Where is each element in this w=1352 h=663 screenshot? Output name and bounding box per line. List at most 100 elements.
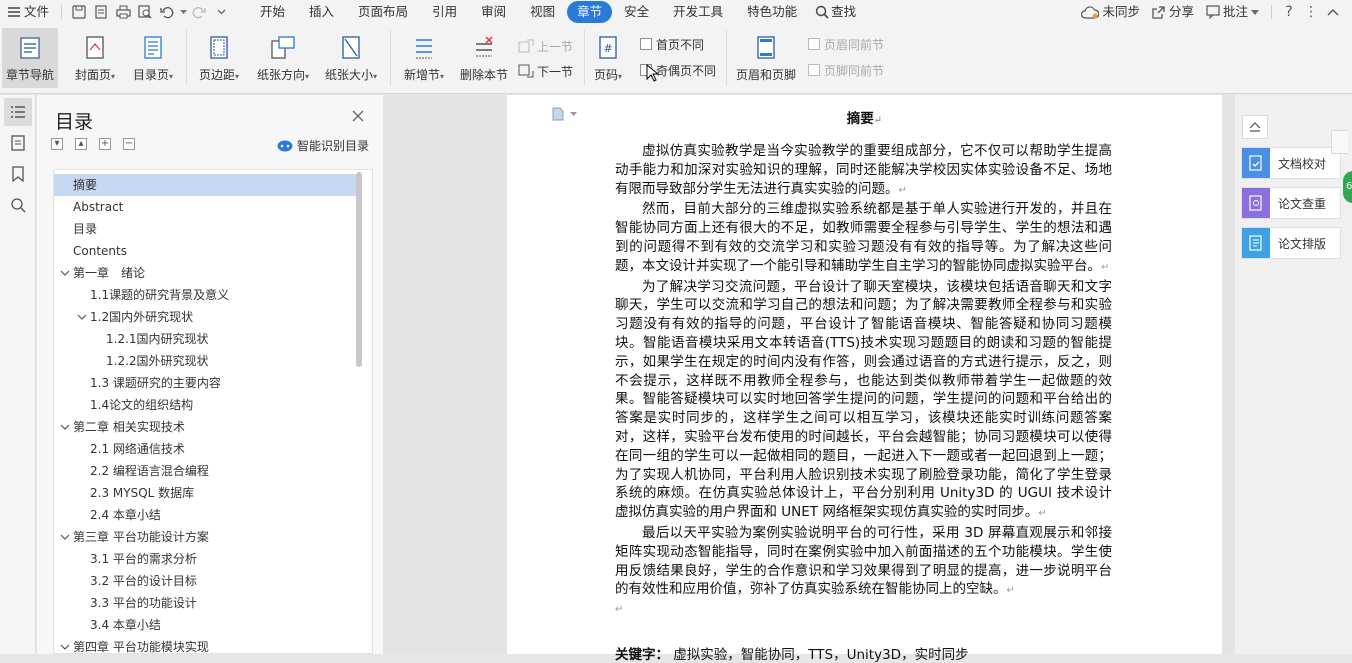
tab-section[interactable]: 章节	[567, 1, 613, 23]
proofread-button[interactable]: 文档校对	[1241, 147, 1341, 179]
toc-item[interactable]: Contents	[54, 240, 356, 262]
collapse-ribbon-icon[interactable]	[1322, 1, 1344, 23]
tab-insert[interactable]: 插入	[297, 1, 346, 23]
tab-page-layout[interactable]: 页面布局	[346, 1, 420, 23]
menu-bar: 文件 开始 插入 页面布局 引用 审阅 视图 章节 安全 开发工具 特色功能 查…	[0, 0, 1352, 24]
tab-references[interactable]: 引用	[420, 1, 469, 23]
new-section-button[interactable]: 新增节▾	[398, 28, 450, 88]
file-menu[interactable]: 文件	[0, 1, 55, 23]
next-section-button[interactable]: 下一节	[518, 62, 573, 80]
toc-item[interactable]: 1.4论文的组织结构	[54, 394, 356, 416]
toc-outline-icon[interactable]	[4, 98, 32, 126]
page-number-button[interactable]: # 页码▾	[590, 28, 626, 88]
prev-section-button[interactable]: 上一节	[518, 37, 573, 55]
find-icon[interactable]	[4, 191, 32, 219]
toc-tree: 摘要 Abstract 目录 Contents 第一章 绪论 1.1课题的研究背景及意义 1…	[53, 169, 373, 654]
annotate-button[interactable]: 批注	[1200, 1, 1265, 23]
paper-size-button[interactable]: 纸张大小▾	[322, 28, 380, 88]
header-same-prev-checkbox[interactable]: 页眉同前节	[808, 35, 884, 53]
footer-same-prev-checkbox[interactable]: 页脚同前节	[808, 61, 884, 79]
toc-item[interactable]: 第二章 相关实现技术	[54, 416, 356, 438]
ribbon-separator	[726, 30, 727, 86]
plagiarism-check-button[interactable]: 论文查重	[1241, 187, 1341, 219]
customize-dropdown-icon[interactable]	[210, 1, 232, 23]
more-icon[interactable]: ⋮	[1300, 1, 1322, 23]
toc-panel-title: 目录	[55, 111, 94, 133]
collapse-all-icon[interactable]: ▴	[75, 138, 87, 150]
cover-page-button[interactable]: 封面页▾	[70, 28, 120, 88]
chevron-down-icon[interactable]	[60, 642, 70, 652]
toc-item[interactable]: 目录	[54, 218, 356, 240]
close-icon[interactable]	[351, 109, 365, 123]
paper-format-button[interactable]: 论文排版	[1241, 227, 1341, 259]
tab-home[interactable]: 开始	[248, 1, 297, 23]
bookmark-icon[interactable]	[4, 160, 32, 188]
header-footer-button[interactable]: 页眉和页脚	[734, 28, 798, 88]
toc-item-label: 第四章 平台功能模块实现	[73, 640, 209, 654]
chevron-down-icon[interactable]	[60, 268, 70, 278]
keywords-line: 关键字： 虚拟实验，智能协同，TTS，Unity3D，实时同步	[615, 643, 969, 663]
add-heading-icon[interactable]: +	[99, 138, 111, 150]
toc-item[interactable]: 1.1课题的研究背景及意义	[54, 284, 356, 306]
delete-section-button[interactable]: 删除本节	[456, 28, 512, 88]
toc-item[interactable]: 1.2.1国内研究现状	[54, 328, 356, 350]
toc-item[interactable]: 2.3 MYSQL 数据库	[54, 482, 356, 504]
expand-side-tab[interactable]	[1331, 130, 1348, 154]
undo-icon[interactable]	[156, 1, 178, 23]
ribbon-separator	[186, 30, 187, 86]
toc-item[interactable]: 1.2国内外研究现状	[54, 306, 356, 328]
section-nav-button[interactable]: 章节导航	[2, 28, 58, 88]
tab-developer[interactable]: 开发工具	[661, 1, 735, 23]
toc-page-button[interactable]: 目录页▾	[128, 28, 178, 88]
page-thumbnail-icon[interactable]	[4, 129, 32, 157]
toc-item[interactable]: 1.3 课题研究的主要内容	[54, 372, 356, 394]
smart-detect-button[interactable]: 智能识别目录	[277, 137, 369, 154]
remove-heading-icon[interactable]: −	[123, 138, 135, 150]
expand-all-icon[interactable]: ▾	[51, 138, 63, 150]
toc-item[interactable]: 3.4 本章小结	[54, 614, 356, 636]
plagiarism-check-icon	[1249, 195, 1262, 211]
toc-item-label: 1.2国内外研究现状	[90, 310, 194, 324]
toc-item-label: 第一章 绪论	[73, 266, 146, 280]
tab-features[interactable]: 特色功能	[735, 1, 809, 23]
first-page-diff-checkbox[interactable]: 首页不同	[640, 35, 704, 53]
cover-page-icon	[86, 36, 104, 59]
print-preview-icon[interactable]	[134, 1, 156, 23]
print-icon[interactable]	[112, 1, 134, 23]
toc-item-label: 第三章 平台功能设计方案	[73, 530, 209, 544]
toc-item[interactable]: 3.3 平台的功能设计	[54, 592, 356, 614]
toc-item[interactable]: 2.2 编程语言混合编程	[54, 460, 356, 482]
tab-review[interactable]: 审阅	[469, 1, 518, 23]
tab-view[interactable]: 视图	[518, 1, 567, 23]
toc-item[interactable]: 1.2.2国外研究现状	[54, 350, 356, 372]
toc-item[interactable]: Abstract	[54, 196, 356, 218]
save-icon[interactable]	[68, 1, 90, 23]
chevron-down-icon[interactable]	[77, 312, 87, 322]
toc-item[interactable]: 3.1 平台的需求分析	[54, 548, 356, 570]
toc-scrollbar[interactable]	[356, 172, 362, 367]
toc-item[interactable]: 第一章 绪论	[54, 262, 356, 284]
collapse-panel-icon[interactable]	[1242, 115, 1268, 139]
sync-button[interactable]: 未同步	[1075, 1, 1146, 23]
redo-icon[interactable]	[188, 1, 210, 23]
tab-security[interactable]: 安全	[612, 1, 661, 23]
chevron-down-icon[interactable]	[60, 532, 70, 542]
toc-item[interactable]: 摘要	[54, 174, 356, 196]
orientation-button[interactable]: 纸张方向▾	[254, 28, 312, 88]
margins-button[interactable]: 页边距▾	[194, 28, 244, 88]
chevron-down-icon[interactable]	[60, 422, 70, 432]
margins-icon	[210, 36, 228, 59]
delete-section-icon	[476, 36, 493, 57]
help-icon[interactable]: ?	[1278, 1, 1300, 23]
toc-item[interactable]: 第四章 平台功能模块实现	[54, 636, 356, 654]
search-button[interactable]: 查找	[809, 1, 862, 23]
export-pdf-icon[interactable]	[90, 1, 112, 23]
notification-badge[interactable]: 6	[1343, 171, 1352, 203]
toc-item[interactable]: 第三章 平台功能设计方案	[54, 526, 356, 548]
share-button[interactable]: 分享	[1146, 1, 1200, 23]
undo-dropdown-icon[interactable]	[178, 1, 188, 23]
toc-item[interactable]: 2.4 本章小结	[54, 504, 356, 526]
document-page[interactable]: 摘要↵ 虚拟仿真实验教学是当今实验教学的重要组成部分，它不仅可以帮助学生提高动手…	[507, 95, 1222, 663]
toc-item[interactable]: 2.1 网络通信技术	[54, 438, 356, 460]
toc-item[interactable]: 3.2 平台的设计目标	[54, 570, 356, 592]
